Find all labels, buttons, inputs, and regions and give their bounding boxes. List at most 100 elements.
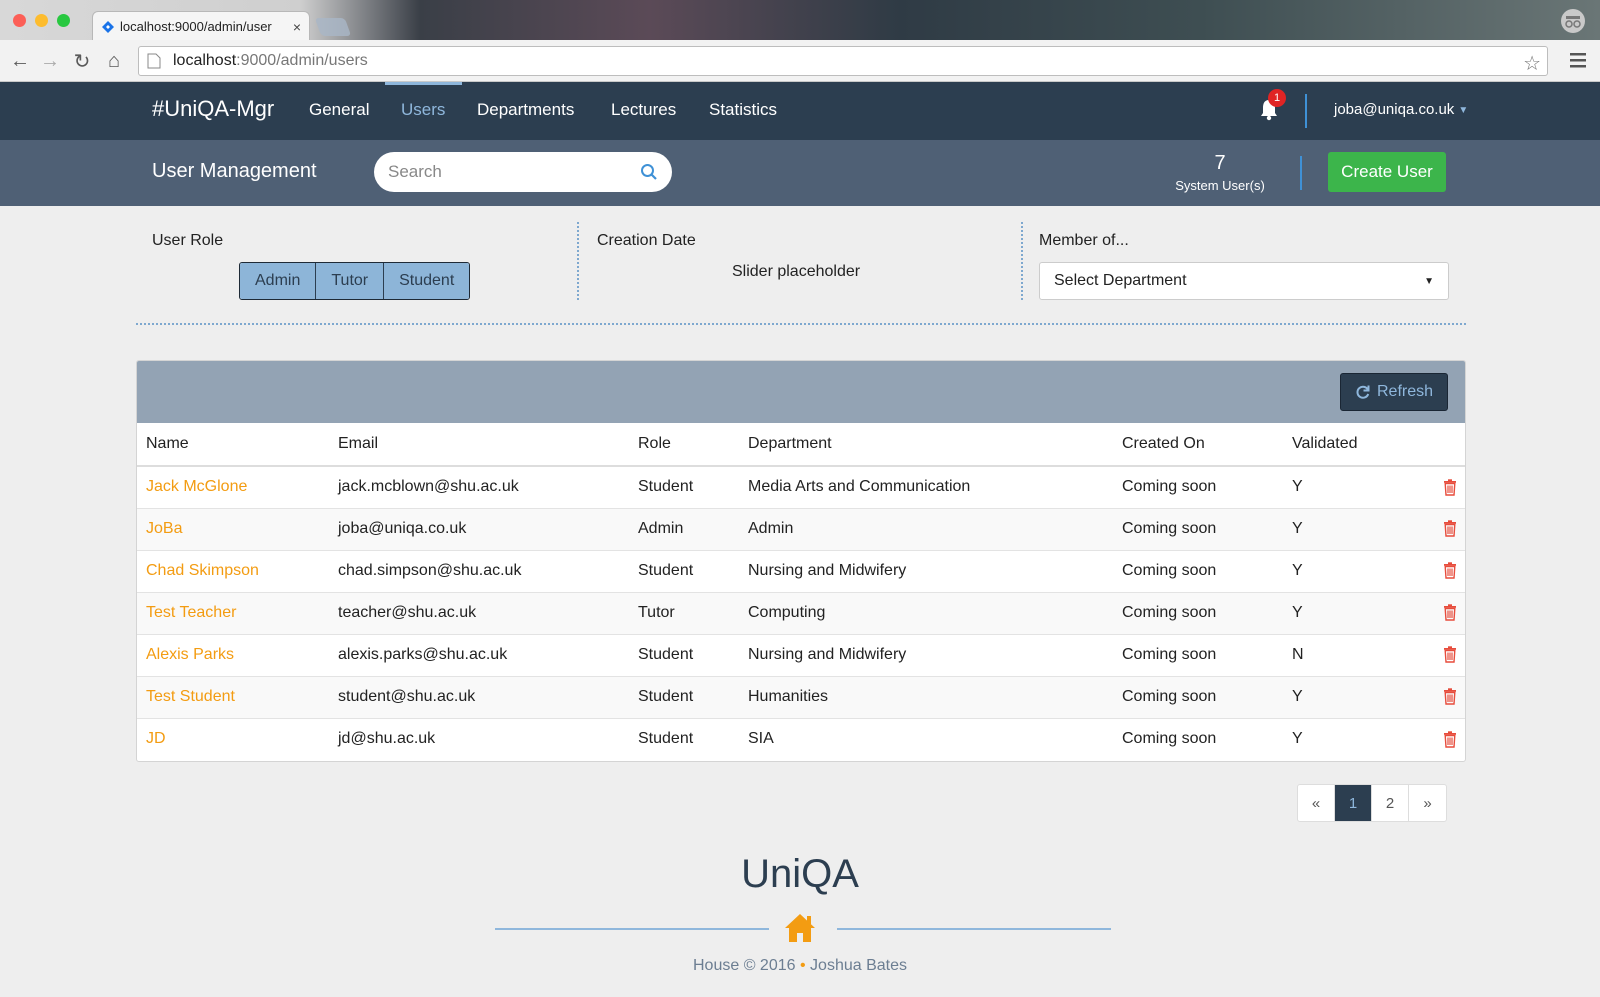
user-validated: Y — [1292, 730, 1303, 748]
trash-icon[interactable] — [1443, 646, 1457, 663]
house-icon[interactable] — [783, 912, 817, 944]
trash-icon[interactable] — [1443, 478, 1457, 496]
nav-statistics[interactable]: Statistics — [709, 100, 777, 120]
refresh-button[interactable]: Refresh — [1340, 373, 1448, 411]
search-input[interactable] — [388, 162, 640, 182]
filter-section-divider — [136, 323, 1466, 325]
search-box[interactable] — [374, 152, 672, 192]
column-header-name[interactable]: Name — [137, 423, 329, 467]
app-navbar: #UniQA-Mgr General Users Departments Lec… — [0, 82, 1600, 140]
user-name-link[interactable]: Test Student — [137, 676, 329, 719]
search-icon[interactable] — [640, 163, 658, 181]
pagination-page-2[interactable]: 2 — [1372, 785, 1409, 821]
nav-general[interactable]: General — [309, 100, 369, 120]
table-header-row: Name Email Role Department Created On Va… — [137, 423, 1465, 467]
user-menu[interactable]: joba@uniqa.co.uk ▼ — [1334, 101, 1468, 118]
column-header-validated[interactable]: Validated — [1283, 423, 1413, 467]
user-department: Admin — [739, 508, 1113, 551]
user-name-link[interactable]: Chad Skimpson — [137, 550, 329, 593]
new-tab-button[interactable] — [314, 18, 352, 36]
delete-cell — [1413, 592, 1465, 635]
window-close-button[interactable] — [13, 14, 26, 27]
user-email: jd@shu.ac.uk — [338, 730, 436, 748]
pagination-prev[interactable]: « — [1298, 785, 1335, 821]
column-header-created-on[interactable]: Created On — [1113, 423, 1283, 467]
delete-cell — [1413, 634, 1465, 677]
browser-tab[interactable]: localhost:9000/admin/user × — [92, 11, 310, 41]
window-minimize-button[interactable] — [35, 14, 48, 27]
user-name-link[interactable]: Alexis Parks — [137, 634, 329, 677]
user-count-label: System User(s) — [1175, 178, 1265, 193]
user-role: Tutor — [629, 592, 739, 635]
column-header-email[interactable]: Email — [329, 423, 629, 467]
footer-line-left — [495, 928, 769, 930]
trash-icon[interactable] — [1443, 520, 1457, 537]
create-user-button[interactable]: Create User — [1328, 152, 1446, 192]
nav-departments[interactable]: Departments — [477, 100, 574, 120]
pagination: « 1 2 » — [1297, 784, 1447, 822]
trash-icon[interactable] — [1443, 604, 1457, 621]
users-panel: Refresh Name Email Role Department Creat… — [136, 360, 1466, 762]
column-header-department[interactable]: Department — [739, 423, 1113, 467]
user-created-on: Coming soon — [1113, 592, 1283, 635]
window-zoom-button[interactable] — [57, 14, 70, 27]
users-table: Name Email Role Department Created On Va… — [137, 423, 1465, 760]
user-name-link[interactable]: Jack McGlone — [137, 466, 329, 509]
user-name-link[interactable]: JD — [137, 718, 329, 760]
nav-divider — [1305, 94, 1307, 128]
user-name-link[interactable]: Test Teacher — [137, 592, 329, 635]
user-name-link[interactable]: JoBa — [137, 508, 329, 551]
nav-lectures[interactable]: Lectures — [611, 100, 676, 120]
member-of-label: Member of... — [1039, 232, 1129, 249]
column-header-role[interactable]: Role — [629, 423, 739, 467]
notification-badge: 1 — [1268, 89, 1286, 107]
role-tutor-button[interactable]: Tutor — [316, 263, 385, 299]
role-filter-group: Admin Tutor Student — [239, 262, 471, 300]
refresh-label: Refresh — [1376, 383, 1434, 400]
reload-icon[interactable]: ↻ — [70, 49, 94, 73]
user-department: Nursing and Midwifery — [739, 634, 1113, 677]
trash-icon[interactable] — [1443, 562, 1457, 579]
table-row: Jack McGlone jack.mcblown@shu.ac.uk Studen… — [137, 466, 1465, 509]
table-row: Chad Skimpson chad.simpson@shu.ac.uk Stude… — [137, 550, 1465, 593]
brand-logo[interactable]: #UniQA-Mgr — [152, 96, 274, 122]
user-created-on: Coming soon — [1122, 730, 1217, 748]
delete-cell — [1413, 508, 1465, 551]
footer-line-right — [837, 928, 1111, 930]
user-validated: Y — [1283, 592, 1413, 635]
trash-icon[interactable] — [1443, 688, 1457, 705]
delete-cell — [1413, 718, 1465, 760]
tab-close-icon[interactable]: × — [293, 19, 301, 35]
dropdown-arrow-icon: ▼ — [1424, 275, 1434, 287]
user-email: chad.simpson@shu.ac.uk — [329, 550, 629, 593]
filter-divider — [577, 222, 579, 300]
trash-icon[interactable] — [1443, 730, 1457, 748]
panel-header: Refresh — [137, 361, 1465, 423]
home-icon[interactable]: ⌂ — [102, 49, 126, 73]
table-row: Alexis Parks alexis.parks@shu.ac.uk Studen… — [137, 634, 1465, 677]
back-icon[interactable]: ← — [8, 49, 32, 73]
user-email: jack.mcblown@shu.ac.uk — [329, 466, 629, 509]
user-created-on: Coming soon — [1113, 676, 1283, 719]
department-select[interactable]: Select Department ▼ — [1039, 262, 1449, 300]
forward-icon[interactable]: → — [38, 49, 62, 73]
user-created-on: Coming soon — [1113, 508, 1283, 551]
role-student-button[interactable]: Student — [384, 263, 470, 299]
user-department: Nursing and Midwifery — [739, 550, 1113, 593]
subheader-divider — [1300, 156, 1302, 190]
date-slider-placeholder[interactable]: Slider placeholder — [732, 263, 860, 281]
user-created-on: Coming soon — [1113, 466, 1283, 509]
role-admin-button[interactable]: Admin — [240, 263, 317, 299]
user-count: 7 — [1214, 152, 1226, 174]
users-table-body: Jack McGlone jack.mcblown@shu.ac.uk Studen… — [137, 466, 1465, 760]
browser-titlebar: localhost:9000/admin/user × — [0, 0, 1600, 41]
pagination-next[interactable]: » — [1409, 785, 1446, 821]
user-email: joba@uniqa.co.uk — [329, 508, 629, 551]
page-subheader: User Management 7 System User(s) Create … — [0, 140, 1600, 206]
pagination-page-1[interactable]: 1 — [1335, 785, 1372, 821]
chrome-menu-icon[interactable] — [1568, 50, 1588, 70]
address-bar[interactable]: localhost:9000/admin/users ☆ — [138, 46, 1548, 76]
nav-users[interactable]: Users — [401, 100, 445, 120]
filter-divider — [1021, 222, 1023, 300]
star-icon[interactable]: ☆ — [1523, 51, 1541, 76]
